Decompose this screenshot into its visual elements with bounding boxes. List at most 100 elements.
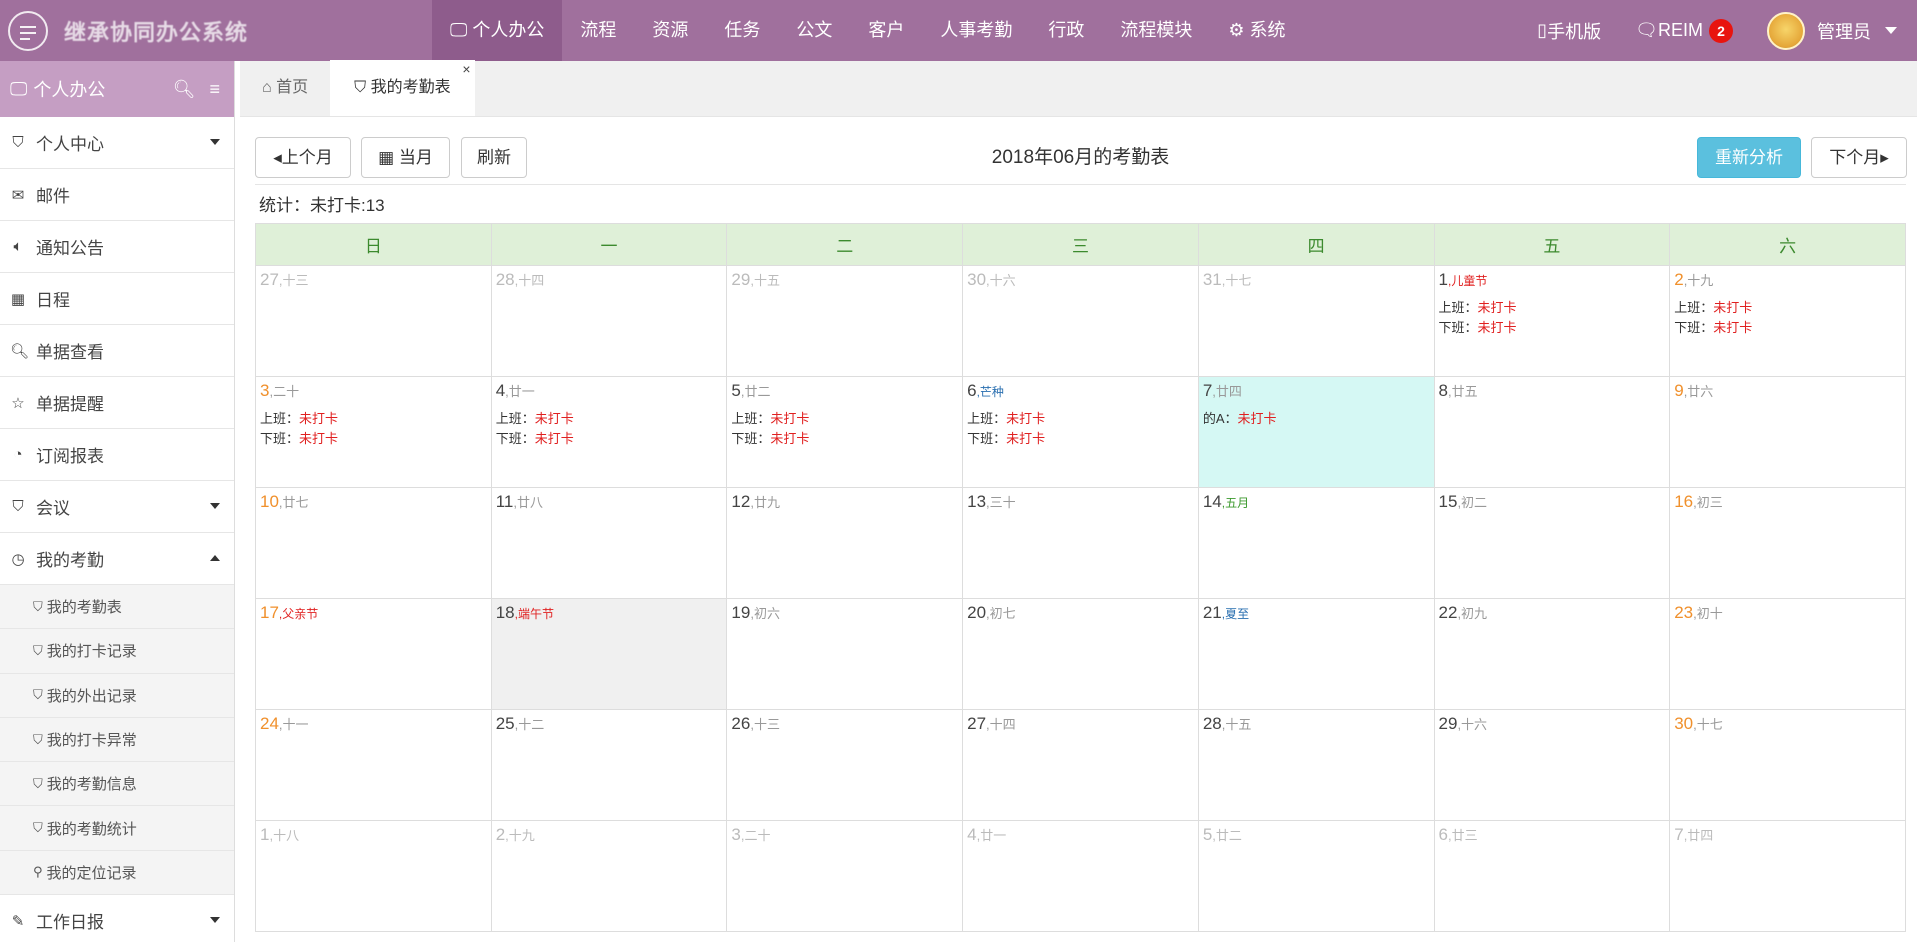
refresh-button[interactable]: 刷新 <box>461 137 527 178</box>
next-month-button[interactable]: 下个月▸ <box>1811 137 1907 178</box>
nav-workflow-module[interactable]: 流程模块 <box>1102 0 1210 61</box>
festival-label: ,儿童节 <box>1447 274 1488 288</box>
sidebar-item-notices[interactable]: 🔈︎ 通知公告 <box>0 221 234 273</box>
calendar-day-cell[interactable]: 8,廿五 <box>1433 376 1671 488</box>
sidebar-sub-attendance-stats[interactable]: ⛉ 我的考勤统计 <box>0 806 234 851</box>
calendar-day-cell[interactable]: 31,十七 <box>1197 265 1435 377</box>
sidebar-item-schedule[interactable]: ▦ 日程 <box>0 273 234 325</box>
calendar-day-cell[interactable]: 22,初九 <box>1433 598 1671 710</box>
prev-month-button[interactable]: ◂上个月 <box>255 137 351 178</box>
calendar-day-cell[interactable]: 15,初二 <box>1433 487 1671 599</box>
calendar-day-cell[interactable]: 20,初七 <box>962 598 1199 710</box>
day-number: 6 <box>1438 825 1448 844</box>
calendar-day-cell[interactable]: 2,十九 上班：未打卡 下班：未打卡 <box>1669 265 1906 377</box>
calendar-day-cell[interactable]: 12,廿九 <box>726 487 964 599</box>
calendar-day-cell[interactable]: 1,十八 <box>255 820 492 932</box>
sidebar-item-mail[interactable]: ✉ 邮件 <box>0 169 234 221</box>
calendar-day-cell[interactable]: 13,三十 <box>962 487 1199 599</box>
calendar-day-cell[interactable]: 29,十五 <box>726 265 964 377</box>
user-name[interactable]: 管理员 <box>1817 18 1871 44</box>
logo-icon[interactable] <box>8 10 48 51</box>
calendar-day-cell[interactable]: 3,二十 <box>726 820 964 932</box>
calendar-day-cell[interactable]: 27,十四 <box>962 709 1199 821</box>
calendar-day-cell[interactable]: 10,廿七 <box>255 487 492 599</box>
calendar-day-cell[interactable]: 29,十六 <box>1433 709 1671 821</box>
calendar-day-cell[interactable]: 16,初三 <box>1669 487 1906 599</box>
nav-tasks[interactable]: 任务 <box>706 0 778 61</box>
sidebar-item-daily-report[interactable]: ✎ 工作日报 <box>0 895 234 942</box>
calendar-day-cell[interactable]: 26,十三 <box>726 709 964 821</box>
current-month-button[interactable]: ▦ 当月 <box>361 137 450 178</box>
reim-link[interactable]: 🗨 REIM 2 <box>1635 18 1733 43</box>
calendar-day-cell[interactable]: 7,廿四 的A：未打卡 <box>1197 376 1435 488</box>
calendar-day-cell[interactable]: 5,廿二 <box>1197 820 1435 932</box>
sidebar-sub-punch-records[interactable]: ⛉ 我的打卡记录 <box>0 629 234 674</box>
sidebar-sub-attendance-info[interactable]: ⛉ 我的考勤信息 <box>0 762 234 807</box>
sidebar-sub-attendance-sheet[interactable]: ⛉ 我的考勤表 <box>0 585 234 630</box>
mobile-version-link[interactable]: ▯ 手机版 <box>1537 18 1601 44</box>
bookmark-icon: ⛉ <box>12 498 24 515</box>
weekday-header: 一 <box>490 223 728 266</box>
lunar-date: ,廿六 <box>1683 384 1714 399</box>
calendar-day-cell[interactable]: 7,廿四 <box>1669 820 1906 932</box>
nav-hr-attendance[interactable]: 人事考勤 <box>922 0 1030 61</box>
sidebar-sub-punch-exceptions[interactable]: ⛉ 我的打卡异常 <box>0 717 234 763</box>
menu-icon[interactable]: ≡ <box>209 79 220 100</box>
avatar[interactable] <box>1767 11 1805 50</box>
calendar-day-cell[interactable]: 25,十二 <box>490 709 728 821</box>
calendar-day-cell[interactable]: 4,廿一 上班：未打卡 下班：未打卡 <box>490 376 728 488</box>
calendar-day-cell[interactable]: 27,十三 <box>255 265 492 377</box>
nav-workflow[interactable]: 流程 <box>562 0 634 61</box>
calendar-day-cell[interactable]: 24,十一 <box>255 709 492 821</box>
nav-customers[interactable]: 客户 <box>850 0 922 61</box>
tab-attendance-sheet[interactable]: ⛉ 我的考勤表 × <box>330 60 475 116</box>
nav-admin[interactable]: 行政 <box>1030 0 1102 61</box>
sidebar-item-doc-view[interactable]: 🔍︎ 单据查看 <box>0 325 234 377</box>
calendar-day-cell[interactable]: 2,十九 <box>490 820 728 932</box>
calendar-day-cell[interactable]: 18,端午节 <box>490 598 728 710</box>
sidebar-item-personal-center[interactable]: ⛉ 个人中心 <box>0 117 234 169</box>
sidebar-sub-location-records[interactable]: ⚲ 我的定位记录 <box>0 850 234 896</box>
calendar-day-cell[interactable]: 28,十四 <box>490 265 728 377</box>
day-number: 21 <box>1202 603 1222 622</box>
calendar-day-cell[interactable]: 11,廿八 <box>490 487 728 599</box>
calendar-day-cell[interactable]: 6,廿三 <box>1433 820 1671 932</box>
calendar-day-cell[interactable]: 23,初十 <box>1669 598 1906 710</box>
calendar-day-cell[interactable]: 9,廿六 <box>1669 376 1906 488</box>
bookmark-icon: ⛉ <box>33 687 43 703</box>
calendar-day-cell[interactable]: 1,儿童节 上班：未打卡 下班：未打卡 <box>1433 265 1671 377</box>
record-line: 上班：未打卡 <box>731 409 958 429</box>
nav-resources[interactable]: 资源 <box>634 0 706 61</box>
calendar-day-cell[interactable]: 30,十七 <box>1669 709 1906 821</box>
calendar-day-cell[interactable]: 30,十六 <box>962 265 1199 377</box>
calendar-day-cell[interactable]: 14,五月 <box>1197 487 1435 599</box>
calendar-week-row: 27,十三 28,十四 29,十五 30,十六 31,十七 1,儿童节 上班：未打卡 下班：未… <box>255 265 1906 377</box>
search-icon[interactable]: 🔍︎ <box>173 79 196 100</box>
sidebar-item-my-attendance[interactable]: ◷ 我的考勤 <box>0 533 234 585</box>
nav-documents[interactable]: 公文 <box>778 0 850 61</box>
calendar-day-cell[interactable]: 19,初六 <box>726 598 964 710</box>
sidebar-item-reports[interactable]: ◔ 订阅报表 <box>0 429 234 481</box>
calendar-day-cell[interactable]: 21,夏至 <box>1197 598 1435 710</box>
nav-system[interactable]: ⚙ 系统 <box>1210 0 1303 61</box>
calendar-day-cell[interactable]: 17,父亲节 <box>255 598 492 710</box>
sidebar-sub-outing-records[interactable]: ⛉ 我的外出记录 <box>0 673 234 718</box>
calendar-day-cell[interactable]: 4,廿一 <box>962 820 1199 932</box>
missed-punch-status: 未打卡 <box>1006 411 1046 426</box>
tab-home[interactable]: ⌂ 首页 <box>240 60 330 116</box>
calendar-day-cell[interactable]: 5,廿二 上班：未打卡 下班：未打卡 <box>726 376 964 488</box>
calendar-day-cell[interactable]: 6,芒种 上班：未打卡 下班：未打卡 <box>962 376 1199 488</box>
reanalyze-button[interactable]: 重新分析 <box>1697 137 1801 178</box>
sidebar-item-meetings[interactable]: ⛉ 会议 <box>0 481 234 533</box>
calendar-day-cell[interactable]: 28,十五 <box>1197 709 1435 821</box>
star-icon: ☆ <box>11 394 25 412</box>
record-line: 上班：未打卡 <box>1439 298 1666 318</box>
close-icon[interactable]: × <box>462 41 470 97</box>
user-menu-caret-icon[interactable] <box>1885 27 1897 34</box>
nav-personal-office[interactable]: 🖵 个人办公 <box>432 0 563 61</box>
day-number: 7 <box>1202 381 1213 400</box>
missed-punch-status: 未打卡 <box>1006 431 1046 446</box>
calendar-day-cell[interactable]: 3,二十 上班：未打卡 下班：未打卡 <box>255 376 492 488</box>
sidebar-item-doc-reminder[interactable]: ☆ 单据提醒 <box>0 377 234 429</box>
day-number: 16 <box>1674 492 1694 511</box>
